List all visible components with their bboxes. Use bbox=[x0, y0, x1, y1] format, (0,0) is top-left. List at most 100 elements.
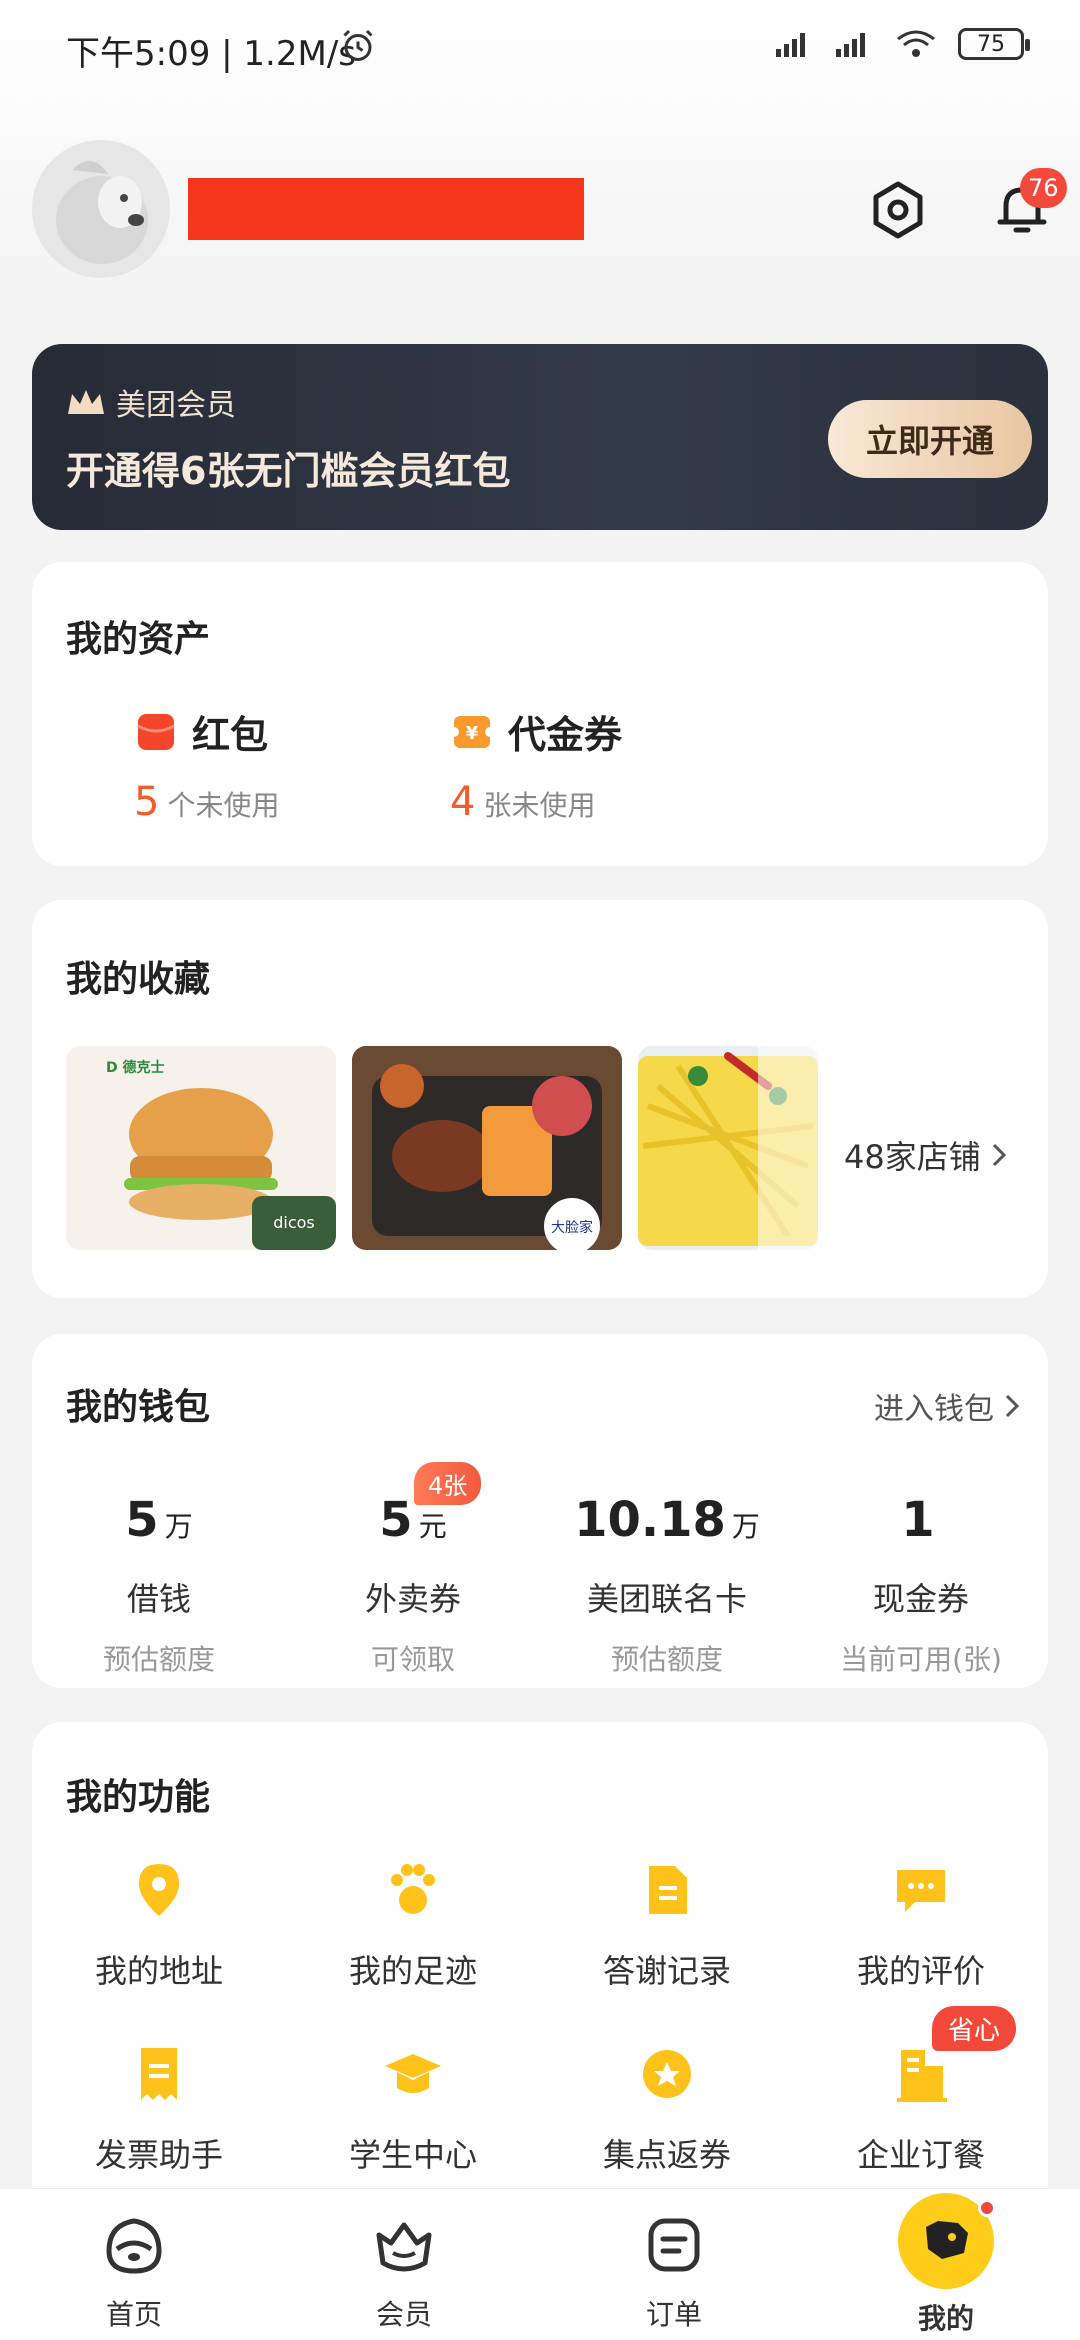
assets-card: 我的资产 红包 5 个未使用 ¥ 代金券 4 张未使用 bbox=[32, 562, 1048, 866]
function-label: 发票助手 bbox=[94, 2136, 223, 2174]
red-packet-icon bbox=[137, 713, 175, 750]
nav-member[interactable]: 会员 bbox=[324, 2211, 484, 2333]
wallet-item-cash-coupon[interactable]: 1 现金券 当前可用(张) bbox=[794, 1492, 1048, 1678]
member-brand: 美团会员 bbox=[116, 388, 236, 423]
function-my-address[interactable]: 我的地址 bbox=[32, 1860, 286, 1992]
favorite-store-bento[interactable]: 大脸家 bbox=[352, 1046, 622, 1250]
function-label: 企业订餐 bbox=[856, 2136, 985, 2174]
takeout-coupon-value: 5 bbox=[379, 1492, 413, 1548]
signal-hd-icon bbox=[836, 33, 865, 57]
function-label: 我的地址 bbox=[94, 1952, 223, 1990]
loan-name: 借钱 bbox=[126, 1580, 191, 1618]
takeout-coupon-sub: 可领取 bbox=[370, 1643, 455, 1676]
voucher-entry[interactable]: ¥ 代金券 4 张未使用 bbox=[450, 704, 622, 825]
red-packet-entry[interactable]: 红包 5 个未使用 bbox=[134, 704, 279, 825]
cash-coupon-name: 现金券 bbox=[872, 1580, 969, 1618]
cobrand-card-unit: 万 bbox=[731, 1510, 760, 1543]
wifi-icon bbox=[897, 30, 935, 57]
voucher-unit: 张未使用 bbox=[483, 789, 596, 822]
member-banner[interactable]: 美团会员 开通得6张无门槛会员红包 立即开通 bbox=[32, 344, 1048, 530]
alarm-icon bbox=[343, 29, 373, 61]
nav-home-label: 首页 bbox=[105, 2298, 162, 2331]
dog-avatar-icon bbox=[56, 160, 148, 264]
function-my-reviews[interactable]: 我的评价 bbox=[794, 1860, 1048, 1992]
red-packet-unit: 个未使用 bbox=[167, 789, 280, 822]
wallet-card: 我的钱包 进入钱包 4张 5万 借钱 预估额度 5元 外卖券 可领取 10.18… bbox=[32, 1334, 1048, 1688]
home-icon bbox=[106, 2218, 162, 2274]
chevron-right-icon bbox=[1005, 1394, 1020, 1418]
star-coin-icon bbox=[643, 2050, 691, 2098]
favorite-store-count[interactable]: 48家店铺 bbox=[844, 1132, 1007, 1178]
function-thanks-record[interactable]: 答谢记录 bbox=[540, 1860, 794, 1992]
function-points-coupon[interactable]: 集点返券 bbox=[540, 2044, 794, 2176]
avatar[interactable] bbox=[32, 140, 170, 278]
document-icon bbox=[649, 1866, 687, 1914]
invoice-icon bbox=[141, 2048, 177, 2100]
function-invoice-assistant[interactable]: 发票助手 bbox=[32, 2044, 286, 2176]
wallet-item-loan[interactable]: 5万 借钱 预估额度 bbox=[32, 1492, 286, 1678]
favorites-title: 我的收藏 bbox=[66, 959, 211, 1000]
favorite-store-burger[interactable]: D 德克士 dicos bbox=[66, 1046, 336, 1250]
nav-home[interactable]: 首页 bbox=[54, 2211, 214, 2333]
nav-orders-label: 订单 bbox=[645, 2298, 702, 2331]
svg-text:¥: ¥ bbox=[466, 723, 479, 744]
bottom-nav: 首页 会员 订单 我的 bbox=[0, 2188, 1080, 2340]
svg-text:dicos: dicos bbox=[273, 1213, 315, 1232]
paw-icon bbox=[391, 1864, 435, 1914]
crown-icon bbox=[68, 390, 104, 414]
chat-bubble-icon bbox=[897, 1870, 945, 1912]
red-packet-count: 5 bbox=[134, 779, 160, 825]
battery-indicator: 75 bbox=[958, 28, 1030, 60]
loan-unit: 万 bbox=[164, 1510, 193, 1543]
cash-coupon-value: 1 bbox=[901, 1492, 935, 1548]
voucher-count: 4 bbox=[450, 779, 476, 825]
order-icon bbox=[648, 2218, 700, 2272]
member-brand-row: 美团会员 bbox=[66, 380, 236, 424]
wallet-item-cobrand-card[interactable]: 10.18 万 美团联名卡 预估额度 bbox=[540, 1492, 794, 1678]
location-pin-icon bbox=[139, 1864, 179, 1916]
nav-orders[interactable]: 订单 bbox=[594, 2211, 754, 2333]
notification-badge: 76 bbox=[1020, 168, 1067, 208]
function-my-footprint[interactable]: 我的足迹 bbox=[286, 1860, 540, 1992]
cobrand-card-value: 10.18 bbox=[574, 1492, 726, 1548]
function-label: 学生中心 bbox=[348, 2136, 477, 2174]
status-indicators: 75 bbox=[774, 28, 1030, 60]
functions-title: 我的功能 bbox=[66, 1777, 211, 1818]
building-icon bbox=[897, 2050, 947, 2102]
nav-mine-dot bbox=[978, 2199, 996, 2217]
voucher-label: 代金券 bbox=[508, 713, 623, 757]
function-student-center[interactable]: 学生中心 bbox=[286, 2044, 540, 2176]
function-label: 集点返券 bbox=[602, 2136, 731, 2174]
nav-mine[interactable]: 我的 bbox=[866, 2193, 1026, 2337]
favorites-card: 我的收藏 D 德克士 dicos 大脸家 48家店铺 bbox=[32, 900, 1048, 1298]
settings-icon[interactable] bbox=[868, 180, 928, 240]
wallet-item-takeout-coupon[interactable]: 5元 外卖券 可领取 bbox=[286, 1492, 540, 1678]
svg-text:D 德克士: D 德克士 bbox=[106, 1059, 165, 1076]
cobrand-card-sub: 预估额度 bbox=[610, 1643, 723, 1676]
member-title: 开通得6张无门槛会员红包 bbox=[66, 449, 511, 493]
open-membership-button[interactable]: 立即开通 bbox=[828, 400, 1032, 478]
enter-wallet-link[interactable]: 进入钱包 bbox=[874, 1384, 1020, 1428]
wallet-title: 我的钱包 bbox=[66, 1387, 211, 1428]
bento-image: 大脸家 bbox=[352, 1046, 622, 1250]
status-bar: 下午5:09 | 1.2M/s 75 bbox=[0, 0, 1080, 96]
favorite-store-potato[interactable] bbox=[638, 1046, 818, 1250]
function-enterprise-dining[interactable]: 企业订餐 bbox=[794, 2044, 1048, 2176]
mine-active-icon bbox=[898, 2193, 996, 2289]
chevron-right-icon bbox=[992, 1143, 1006, 1167]
takeout-coupon-unit: 元 bbox=[418, 1510, 447, 1543]
cobrand-card-name: 美团联名卡 bbox=[586, 1580, 747, 1618]
store-count-label: 48家店铺 bbox=[844, 1138, 981, 1176]
svg-text:大脸家: 大脸家 bbox=[551, 1219, 593, 1236]
nav-mine-label: 我的 bbox=[917, 2302, 974, 2335]
cash-coupon-sub: 当前可用(张) bbox=[840, 1643, 1002, 1676]
status-time-speed: 下午5:09 | 1.2M/s bbox=[66, 34, 356, 74]
assets-title: 我的资产 bbox=[66, 619, 211, 660]
nav-member-label: 会员 bbox=[375, 2298, 432, 2331]
function-label: 我的评价 bbox=[856, 1952, 985, 1990]
graduation-cap-icon bbox=[385, 2054, 441, 2093]
enter-wallet-label: 进入钱包 bbox=[874, 1392, 994, 1427]
battery-level: 75 bbox=[977, 31, 1005, 57]
signal-icon bbox=[776, 33, 805, 57]
potato-image bbox=[638, 1046, 818, 1250]
